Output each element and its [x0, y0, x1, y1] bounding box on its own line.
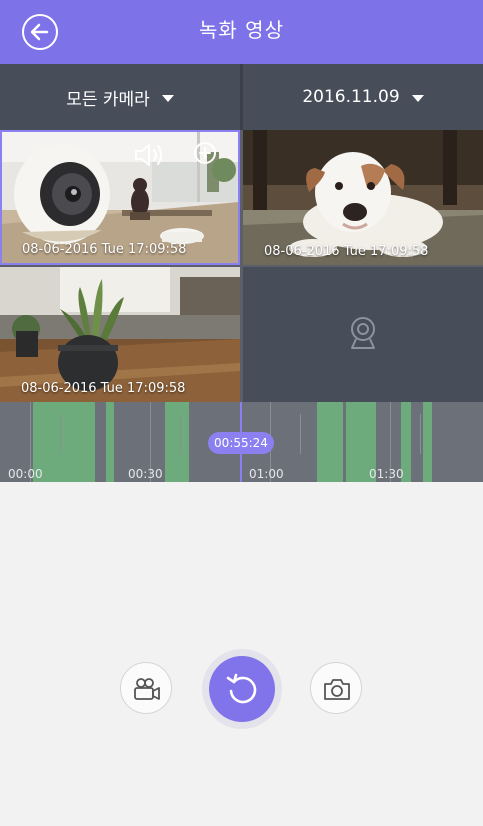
camera-icon: [324, 679, 350, 700]
date-filter-label: 2016.11.09: [302, 87, 400, 107]
recorded-segment: [165, 402, 189, 482]
chevron-down-icon: [161, 94, 174, 102]
timeline-tick: [180, 414, 181, 454]
camera-filter-dropdown[interactable]: 모든 카메라: [0, 64, 240, 130]
camera-placeholder-icon: [351, 317, 375, 349]
current-time-badge: 00:55:24: [208, 432, 274, 454]
timeline-tick: [60, 414, 61, 454]
video-tile-1[interactable]: 08-06-2016 Tue 17:09:58: [0, 130, 240, 265]
recording-timeline[interactable]: 00:00 00:30 01:00 01:30 00:55:24: [0, 402, 483, 482]
app-header: 녹화 영상: [0, 0, 483, 64]
timeline-tick: [300, 414, 301, 454]
timeline-tick: [420, 414, 421, 454]
recorded-segment: [106, 402, 114, 482]
timeline-label: 01:00: [249, 467, 284, 481]
timeline-label: 00:00: [8, 467, 43, 481]
video-tile-2[interactable]: 08-06-2016 Tue 17:09:58: [243, 130, 483, 265]
filter-bar: 모든 카메라 2016.11.09: [0, 64, 483, 130]
timeline-label: 00:30: [128, 467, 163, 481]
date-filter-dropdown[interactable]: 2016.11.09: [243, 64, 483, 130]
video-tile-empty[interactable]: [243, 267, 483, 402]
video-camera-icon: [134, 678, 160, 700]
record-button[interactable]: [120, 662, 172, 714]
video-timestamp: 08-06-2016 Tue 17:09:58: [22, 242, 187, 257]
replay-button[interactable]: [209, 656, 275, 722]
recorded-segment: [317, 402, 343, 482]
video-timestamp: 08-06-2016 Tue 17:09:58: [264, 244, 429, 259]
camera-filter-label: 모든 카메라: [66, 89, 150, 110]
playback-controls: [0, 482, 483, 826]
timeline-label: 01:30: [369, 467, 404, 481]
capture-button[interactable]: [310, 662, 362, 714]
replay-icon: [226, 673, 257, 704]
chevron-down-icon: [411, 94, 424, 102]
recorded-segment: [423, 402, 432, 482]
video-timestamp: 08-06-2016 Tue 17:09:58: [21, 381, 186, 396]
speaker-icon[interactable]: [133, 142, 165, 168]
page-title: 녹화 영상: [199, 18, 284, 42]
video-grid: 08-06-2016 Tue 17:09:58 08-06-2016 Tue 1…: [0, 130, 483, 402]
video-tile-3[interactable]: 08-06-2016 Tue 17:09:58: [0, 267, 240, 402]
zoom-in-icon[interactable]: [193, 141, 217, 165]
